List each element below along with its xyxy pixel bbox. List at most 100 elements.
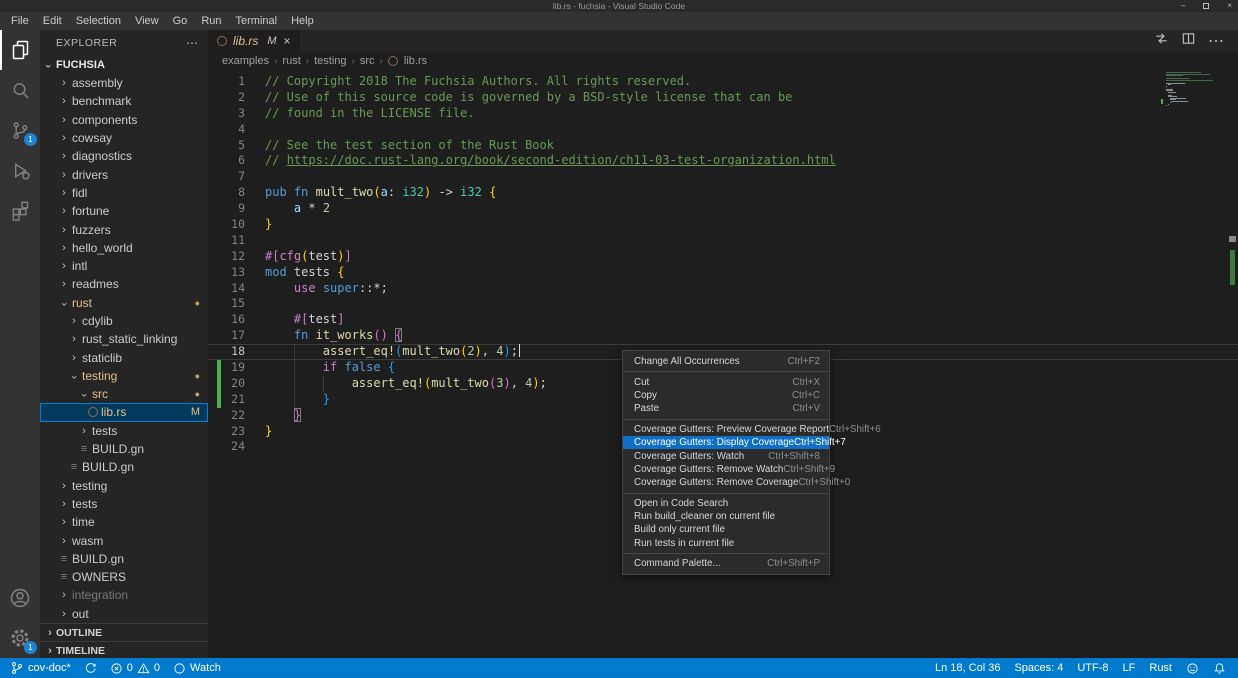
- chevron-right-icon[interactable]: ›: [58, 260, 70, 272]
- code-line-17[interactable]: 17 fn it_works() {: [208, 328, 1238, 344]
- code-line-9[interactable]: 9 a * 2: [208, 201, 1238, 217]
- tree-item-src[interactable]: ›src●: [40, 385, 208, 403]
- code-line-13[interactable]: 13mod tests {: [208, 265, 1238, 281]
- code-line-15[interactable]: 15: [208, 296, 1238, 312]
- code-line-2[interactable]: 2// Use of this source code is governed …: [208, 90, 1238, 106]
- chevron-right-icon[interactable]: ›: [58, 498, 70, 510]
- chevron-right-icon[interactable]: ›: [58, 95, 70, 107]
- code-line-6[interactable]: 6// https://doc.rust-lang.org/book/secon…: [208, 153, 1238, 169]
- code-line-7[interactable]: 7: [208, 169, 1238, 185]
- chevron-right-icon[interactable]: ›: [58, 169, 70, 181]
- menu-run[interactable]: Run: [194, 12, 228, 30]
- chevron-right-icon[interactable]: ›: [68, 333, 80, 345]
- chevron-down-icon[interactable]: ›: [78, 389, 90, 401]
- menu-item-copy[interactable]: CopyCtrl+C: [623, 389, 829, 402]
- chevron-right-icon[interactable]: ›: [58, 608, 70, 620]
- breadcrumb-rust[interactable]: rust: [282, 55, 300, 67]
- tree-item-testing[interactable]: ›testing: [40, 477, 208, 495]
- panel-outline[interactable]: › OUTLINE: [40, 623, 208, 641]
- menu-go[interactable]: Go: [166, 12, 195, 30]
- chevron-right-icon[interactable]: ›: [58, 535, 70, 547]
- menu-help[interactable]: Help: [284, 12, 321, 30]
- chevron-right-icon[interactable]: ›: [58, 516, 70, 528]
- tree-item-build-gn[interactable]: ≡BUILD.gn: [40, 458, 208, 476]
- chevron-down-icon[interactable]: ›: [58, 298, 70, 310]
- indentation-status[interactable]: Spaces: 4: [1014, 662, 1063, 674]
- menu-selection[interactable]: Selection: [69, 12, 128, 30]
- tree-item-time[interactable]: ›time: [40, 513, 208, 531]
- chevron-right-icon[interactable]: ›: [58, 480, 70, 492]
- chevron-right-icon[interactable]: ›: [68, 352, 80, 364]
- tree-item-benchmark[interactable]: ›benchmark: [40, 92, 208, 110]
- code-line-3[interactable]: 3// found in the LICENSE file.: [208, 106, 1238, 122]
- breadcrumb-src[interactable]: src: [360, 55, 375, 67]
- tree-item-readmes[interactable]: ›readmes: [40, 275, 208, 293]
- menu-file[interactable]: File: [4, 12, 36, 30]
- chevron-right-icon[interactable]: ›: [58, 242, 70, 254]
- tree-item-build-gn[interactable]: ≡BUILD.gn: [40, 550, 208, 568]
- tree-item-tests[interactable]: ›tests: [40, 422, 208, 440]
- code-line-4[interactable]: 4: [208, 122, 1238, 138]
- tree-item-hello-world[interactable]: ›hello_world: [40, 239, 208, 257]
- eol-status[interactable]: LF: [1123, 662, 1136, 674]
- code-line-10[interactable]: 10}: [208, 217, 1238, 233]
- code-line-1[interactable]: 1// Copyright 2018 The Fuchsia Authors. …: [208, 74, 1238, 90]
- chevron-right-icon[interactable]: ›: [58, 187, 70, 199]
- breadcrumb-testing[interactable]: testing: [314, 55, 346, 67]
- maximize-icon[interactable]: [1203, 3, 1209, 9]
- menu-item-paste[interactable]: PasteCtrl+V: [623, 402, 829, 415]
- tree-item-build-gn[interactable]: ≡BUILD.gn: [40, 440, 208, 458]
- breadcrumb-lib-rs[interactable]: lib.rs: [404, 55, 427, 67]
- activity-run-debug[interactable]: [0, 150, 40, 190]
- more-actions-icon[interactable]: ⋯: [186, 36, 198, 50]
- tree-item-staticlib[interactable]: ›staticlib: [40, 348, 208, 366]
- chevron-right-icon[interactable]: ›: [58, 278, 70, 290]
- tree-item-rust[interactable]: ›rust●: [40, 294, 208, 312]
- code-line-5[interactable]: 5// See the test section of the Rust Boo…: [208, 138, 1238, 154]
- activity-account[interactable]: [0, 578, 40, 618]
- tree-item-tests[interactable]: ›tests: [40, 495, 208, 513]
- menu-item-open-in-code-search[interactable]: Open in Code Search: [623, 497, 829, 510]
- menu-edit[interactable]: Edit: [36, 12, 69, 30]
- menu-item-run-build-cleaner-on-current-file[interactable]: Run build_cleaner on current file: [623, 510, 829, 523]
- code-line-14[interactable]: 14 use super::*;: [208, 281, 1238, 297]
- menu-item-run-tests-in-current-file[interactable]: Run tests in current file: [623, 537, 829, 550]
- menu-item-build-only-current-file[interactable]: Build only current file: [623, 523, 829, 536]
- tree-item-testing[interactable]: ›testing●: [40, 367, 208, 385]
- open-changes-icon[interactable]: [1154, 31, 1169, 51]
- split-editor-icon[interactable]: [1181, 31, 1196, 51]
- menu-view[interactable]: View: [128, 12, 166, 30]
- menu-item-coverage-gutters-display-coverage[interactable]: Coverage Gutters: Display CoverageCtrl+S…: [623, 436, 829, 449]
- more-actions-icon[interactable]: ⋯: [1208, 31, 1224, 51]
- code-line-8[interactable]: 8pub fn mult_two(a: i32) -> i32 {: [208, 185, 1238, 201]
- language-mode-status[interactable]: Rust: [1149, 662, 1172, 674]
- tree-item-out[interactable]: ›out: [40, 605, 208, 623]
- tree-item-fortune[interactable]: ›fortune: [40, 202, 208, 220]
- code-line-11[interactable]: 11: [208, 233, 1238, 249]
- notifications-button[interactable]: [1213, 662, 1226, 675]
- tree-item-owners[interactable]: ≡OWNERS: [40, 568, 208, 586]
- tree-item-diagnostics[interactable]: ›diagnostics: [40, 147, 208, 165]
- menu-item-coverage-gutters-remove-watch[interactable]: Coverage Gutters: Remove WatchCtrl+Shift…: [623, 463, 829, 476]
- workspace-root-fuchsia[interactable]: › FUCHSIA: [40, 56, 208, 74]
- menu-terminal[interactable]: Terminal: [229, 12, 285, 30]
- chevron-right-icon[interactable]: ›: [58, 224, 70, 236]
- activity-explorer[interactable]: [0, 30, 40, 70]
- menu-item-change-all-occurrences[interactable]: Change All OccurrencesCtrl+F2: [623, 355, 829, 368]
- menu-item-cut[interactable]: CutCtrl+X: [623, 375, 829, 388]
- menu-item-coverage-gutters-watch[interactable]: Coverage Gutters: WatchCtrl+Shift+8: [623, 449, 829, 462]
- chevron-right-icon[interactable]: ›: [58, 132, 70, 144]
- tree-item-components[interactable]: ›components: [40, 111, 208, 129]
- tree-item-wasm[interactable]: ›wasm: [40, 531, 208, 549]
- cursor-position-status[interactable]: Ln 18, Col 36: [935, 662, 1000, 674]
- feedback-button[interactable]: [1186, 662, 1199, 675]
- tree-item-assembly[interactable]: ›assembly: [40, 74, 208, 92]
- git-branch-status[interactable]: cov-doc*: [10, 661, 71, 675]
- tree-item-cowsay[interactable]: ›cowsay: [40, 129, 208, 147]
- chevron-right-icon[interactable]: ›: [68, 315, 80, 327]
- tab-lib-rs[interactable]: lib.rs M ×: [208, 30, 300, 52]
- chevron-right-icon[interactable]: ›: [58, 114, 70, 126]
- encoding-status[interactable]: UTF-8: [1077, 662, 1108, 674]
- breadcrumb-examples[interactable]: examples: [222, 55, 269, 67]
- chevron-right-icon[interactable]: ›: [78, 425, 90, 437]
